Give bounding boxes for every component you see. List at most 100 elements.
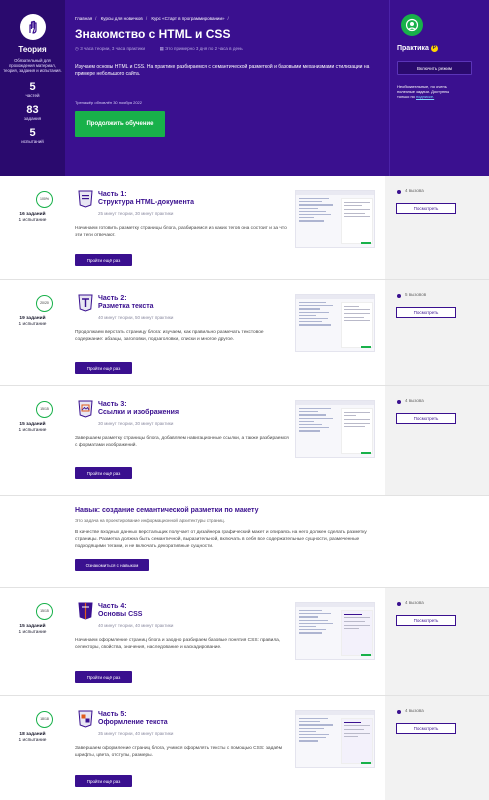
html-document-icon <box>78 190 93 208</box>
theory-hand-icon <box>19 14 46 40</box>
retry-button[interactable]: Пройти ещё раз <box>75 362 132 374</box>
chapter-screenshot <box>295 602 375 660</box>
skill-description: В качестве входных данных верстальщик по… <box>75 530 367 549</box>
calls-count: 5 вызовов <box>405 292 427 297</box>
chapter-stats: 15 заданий 1 испытание <box>18 624 47 635</box>
stat-tasks-value: 83 <box>26 104 39 116</box>
progress-node: 15/15 <box>36 401 53 418</box>
chapter-stats: 19 заданий 1 испытание <box>18 316 47 327</box>
chapter-screenshot <box>295 710 375 768</box>
stat-tests-label: испытаний <box>21 139 44 144</box>
chapter-stats: 15 заданий 1 испытание <box>18 422 47 433</box>
enable-practice-button[interactable]: Включить режим <box>397 61 472 75</box>
breadcrumb-home[interactable]: Главная <box>75 16 92 21</box>
course-hours: 3 часа теории, 3 часа практики <box>80 46 145 51</box>
calls-dot-icon <box>397 400 401 404</box>
retry-button[interactable]: Пройти ещё раз <box>75 671 132 683</box>
chapter-meta: 30 минут теории, 30 минут практики <box>98 421 174 426</box>
retry-button[interactable]: Пройти ещё раз <box>75 254 132 266</box>
progress-node: 18/18 <box>36 711 53 728</box>
view-button[interactable]: Посмотреть <box>396 203 456 214</box>
calls-dot-icon <box>397 710 401 714</box>
chapter-number: Часть 3: <box>98 401 127 408</box>
text-style-icon <box>78 710 93 728</box>
updated-date: Тренажёр обновлён 30 ноября 2022 <box>75 100 143 105</box>
progress-node: 15/15 <box>36 603 53 620</box>
chapter-meta: 25 минут теории, 30 минут практики <box>98 211 174 216</box>
course-header: Теория Обязательный для прохождения мате… <box>0 0 489 176</box>
chapter-screenshot <box>295 400 375 458</box>
progress-node: 20/20 <box>36 295 53 312</box>
premium-badge-icon: P <box>430 45 438 52</box>
calls-count: 4 вызова <box>405 708 424 713</box>
chapter-description: Начинаем готовить разметку страницы блог… <box>75 226 287 238</box>
chapter-screenshot <box>295 294 375 352</box>
theory-title: Теория <box>18 45 47 54</box>
view-button[interactable]: Посмотреть <box>396 307 456 318</box>
chapter-description: Начинаем оформление страниц блога и заод… <box>75 638 281 650</box>
chapter-row: 15/15 15 заданий 1 испытание Часть 3: Ссы… <box>0 386 489 496</box>
chapter-row: 100% 16 заданий 1 испытание Часть 1: Стру… <box>0 176 489 280</box>
chapter-stats: 16 заданий 1 испытание <box>18 212 47 223</box>
course-pace: Это примерно 3 дня по 2 часа в день <box>165 46 243 51</box>
css-shield-icon <box>78 602 93 620</box>
stat-parts-value: 5 <box>29 81 36 93</box>
breadcrumb: Главная / Курсы для новичков / Курс «Старт… <box>75 16 229 21</box>
chapter-description: Завершаем оформление страниц блога, учим… <box>75 746 283 758</box>
skill-block: Навык: создание семантической разметки п… <box>0 496 489 588</box>
calls-count: 4 вызова <box>405 600 424 605</box>
chapter-title[interactable]: Разметка текста <box>98 303 154 310</box>
retry-button[interactable]: Пройти ещё раз <box>75 775 132 787</box>
view-button[interactable]: Посмотреть <box>396 723 456 734</box>
chapter-meta: 40 минут теории, 40 минут практики <box>98 623 174 628</box>
chapter-row: 15/15 15 заданий 1 испытание Часть 4: Осн… <box>0 588 489 696</box>
chapter-description: Продолжаем верстать страницу блога: изуч… <box>75 330 264 342</box>
chapter-stats: 18 заданий 1 испытание <box>18 732 47 743</box>
practice-icon <box>401 14 423 36</box>
stat-tasks-label: задания <box>23 116 42 121</box>
view-button[interactable]: Посмотреть <box>396 413 456 424</box>
calls-dot-icon <box>397 602 401 606</box>
theory-column: Теория Обязательный для прохождения мате… <box>0 0 65 176</box>
clock-icon: ◷ <box>75 46 79 51</box>
stat-parts-label: частей <box>25 93 40 98</box>
view-skill-button[interactable]: Ознакомиться с навыком <box>75 559 149 571</box>
calls-dot-icon <box>397 190 401 194</box>
practice-note: Необязательные, но очень полезные задачи… <box>397 84 450 99</box>
progress-node: 100% <box>36 191 53 208</box>
chapter-meta: 40 минут теории, 50 минут практики <box>98 315 174 320</box>
subscription-link[interactable]: подписке. <box>416 94 434 99</box>
chapter-number: Часть 1: <box>98 191 127 198</box>
theory-description: Обязательный для прохождения материал, т… <box>3 58 62 73</box>
chapter-title[interactable]: Ссылки и изображения <box>98 409 179 416</box>
chapter-number: Часть 2: <box>98 295 127 302</box>
image-icon <box>78 400 93 418</box>
page-title: Знакомство с HTML и CSS <box>75 27 231 41</box>
skill-subtitle: Это задача на проектирование информацион… <box>75 518 225 523</box>
retry-button[interactable]: Пройти ещё раз <box>75 467 132 479</box>
calendar-icon: ▦ <box>159 46 164 51</box>
chapter-meta: 35 минут теории, 40 минут практики <box>98 731 174 736</box>
course-intro: Изучаем основы HTML и CSS. На практике р… <box>75 64 370 77</box>
chapter-number: Часть 4: <box>98 603 127 610</box>
calls-count: 4 вызова <box>405 398 424 403</box>
stat-tests-value: 5 <box>29 127 36 139</box>
view-button[interactable]: Посмотреть <box>396 615 456 626</box>
continue-button[interactable]: Продолжить обучение <box>75 111 165 137</box>
text-markup-icon <box>78 294 93 312</box>
practice-title: Практика P <box>397 45 438 52</box>
calls-count: 4 вызова <box>405 188 424 193</box>
chapter-row: 18/18 18 заданий 1 испытание Часть 5: Офо… <box>0 696 489 800</box>
breadcrumb-beginner-courses[interactable]: Курсы для новичков <box>101 16 143 21</box>
course-meta: ◷ 3 часа теории, 3 часа практики ▦ Это п… <box>75 46 243 52</box>
chapter-number: Часть 5: <box>98 711 127 718</box>
chapter-title[interactable]: Основы CSS <box>98 611 142 618</box>
practice-column: Практика P Включить режим Необязательные,… <box>389 0 489 176</box>
chapter-title[interactable]: Оформление текста <box>98 719 168 726</box>
chapter-description: Завершаем разметку страницы блога, добав… <box>75 436 289 448</box>
chapter-row: 20/20 19 заданий 1 испытание Часть 2: Раз… <box>0 280 489 386</box>
chapter-title[interactable]: Структура HTML-документа <box>98 199 194 206</box>
breadcrumb-course[interactable]: Курс «Старт в программировании» <box>151 16 224 21</box>
chapter-screenshot <box>295 190 375 248</box>
skill-title[interactable]: Навык: создание семантической разметки п… <box>75 507 259 514</box>
